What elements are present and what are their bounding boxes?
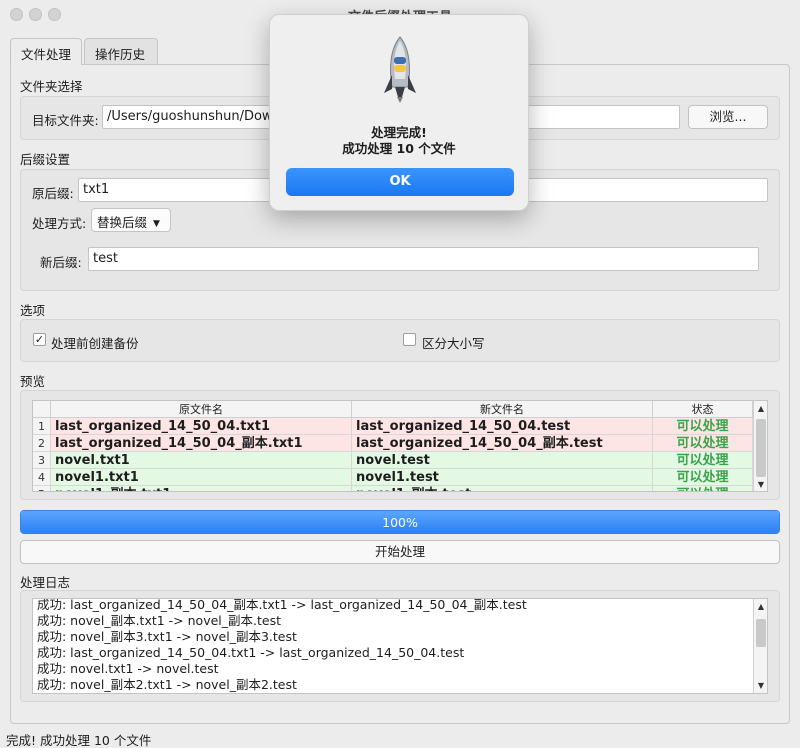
- mode-select[interactable]: 替换后缀 ▼: [91, 208, 171, 232]
- scroll-up-icon[interactable]: ▲: [754, 402, 767, 416]
- row-number: 5: [33, 486, 51, 491]
- status-bar-text: 完成! 成功处理 10 个文件: [6, 733, 152, 748]
- cell-new-name: novel.test: [352, 452, 653, 469]
- mode-select-value: 替换后缀: [97, 215, 148, 230]
- new-suffix-label: 新后缀:: [40, 255, 82, 270]
- corner-header: [33, 401, 51, 418]
- log-section-title: 处理日志: [20, 575, 71, 590]
- mode-label: 处理方式:: [32, 216, 87, 231]
- log-line: 成功: novel_副本2.txt1 -> novel_副本2.test: [37, 677, 297, 692]
- cell-status: 可以处理: [653, 486, 753, 491]
- cell-original-name: last_organized_14_50_04.txt1: [51, 418, 352, 435]
- cell-original-name: novel1.txt1: [51, 469, 352, 486]
- scroll-up-icon[interactable]: ▲: [754, 600, 767, 614]
- log-scrollbar[interactable]: ▲ ▼: [753, 599, 767, 693]
- target-folder-label: 目标文件夹:: [32, 113, 99, 128]
- completion-dialog: 处理完成! 成功处理 10 个文件 OK: [269, 14, 529, 211]
- table-row[interactable]: 5novel1_副本.txt1novel1_副本.test可以处理: [33, 486, 753, 491]
- cell-original-name: last_organized_14_50_04_副本.txt1: [51, 435, 352, 452]
- backup-checkbox[interactable]: ✓: [33, 333, 46, 346]
- log-scroll-thumb[interactable]: [756, 619, 766, 647]
- col-header-original[interactable]: 原文件名: [51, 401, 352, 418]
- orig-suffix-label: 原后缀:: [32, 186, 74, 201]
- dialog-message: 成功处理 10 个文件: [342, 141, 456, 156]
- preview-table: 原文件名 新文件名 状态 1 last_organized_14_50_04.tx…: [32, 400, 768, 492]
- table-row[interactable]: 3 novel.txt1 novel.test 可以处理: [33, 452, 753, 469]
- col-header-status[interactable]: 状态: [653, 401, 753, 418]
- options-section-title: 选项: [20, 303, 46, 318]
- cell-status: 可以处理: [653, 452, 753, 469]
- progress-label: 100%: [382, 515, 418, 530]
- new-suffix-input[interactable]: test: [88, 247, 759, 271]
- progress-bar: 100%: [20, 510, 780, 534]
- ok-button[interactable]: OK: [286, 168, 514, 196]
- scroll-down-icon[interactable]: ▼: [754, 478, 767, 491]
- cell-new-name: novel1_副本.test: [352, 486, 653, 491]
- cell-original-name: novel1_副本.txt1: [51, 486, 352, 491]
- case-sensitive-label: 区分大小写: [422, 336, 485, 351]
- cell-status: 可以处理: [653, 435, 753, 452]
- scroll-down-icon[interactable]: ▼: [754, 679, 767, 693]
- row-number: 2: [33, 435, 51, 452]
- process-log[interactable]: 成功: last_organized_14_50_04_副本.txt1 -> l…: [32, 598, 768, 694]
- table-scroll-thumb[interactable]: [756, 419, 766, 477]
- cell-status: 可以处理: [653, 469, 753, 486]
- case-sensitive-checkbox[interactable]: [403, 333, 416, 346]
- row-number: 3: [33, 452, 51, 469]
- suffix-section-title: 后缀设置: [20, 152, 71, 167]
- row-number: 1: [33, 418, 51, 435]
- start-process-button[interactable]: 开始处理: [20, 540, 780, 564]
- cell-original-name: novel.txt1: [51, 452, 352, 469]
- tab-file-process[interactable]: 文件处理: [10, 38, 82, 65]
- python-rocket-icon: [384, 36, 416, 103]
- preview-section-title: 预览: [20, 374, 46, 389]
- folder-section-title: 文件夹选择: [20, 79, 83, 94]
- table-row[interactable]: 1 last_organized_14_50_04.txt1 last_organi…: [33, 418, 753, 435]
- col-header-renamed[interactable]: 新文件名: [352, 401, 653, 418]
- cell-new-name: last_organized_14_50_04_副本.test: [352, 435, 653, 452]
- table-header: 原文件名 新文件名 状态: [33, 401, 753, 418]
- cell-new-name: novel1.test: [352, 469, 653, 486]
- row-number: 4: [33, 469, 51, 486]
- tab-history[interactable]: 操作历史: [84, 38, 158, 65]
- table-row[interactable]: 4 novel1.txt1 novel1.test 可以处理: [33, 469, 753, 486]
- cell-new-name: last_organized_14_50_04.test: [352, 418, 653, 435]
- cell-status: 可以处理: [653, 418, 753, 435]
- table-scrollbar[interactable]: ▲ ▼: [753, 401, 767, 491]
- chevron-down-icon: ▼: [153, 218, 160, 229]
- table-row[interactable]: 2 last_organized_14_50_04_副本.txt1 last_org…: [33, 435, 753, 452]
- browse-button[interactable]: 浏览...: [688, 105, 768, 129]
- backup-label: 处理前创建备份: [51, 336, 139, 351]
